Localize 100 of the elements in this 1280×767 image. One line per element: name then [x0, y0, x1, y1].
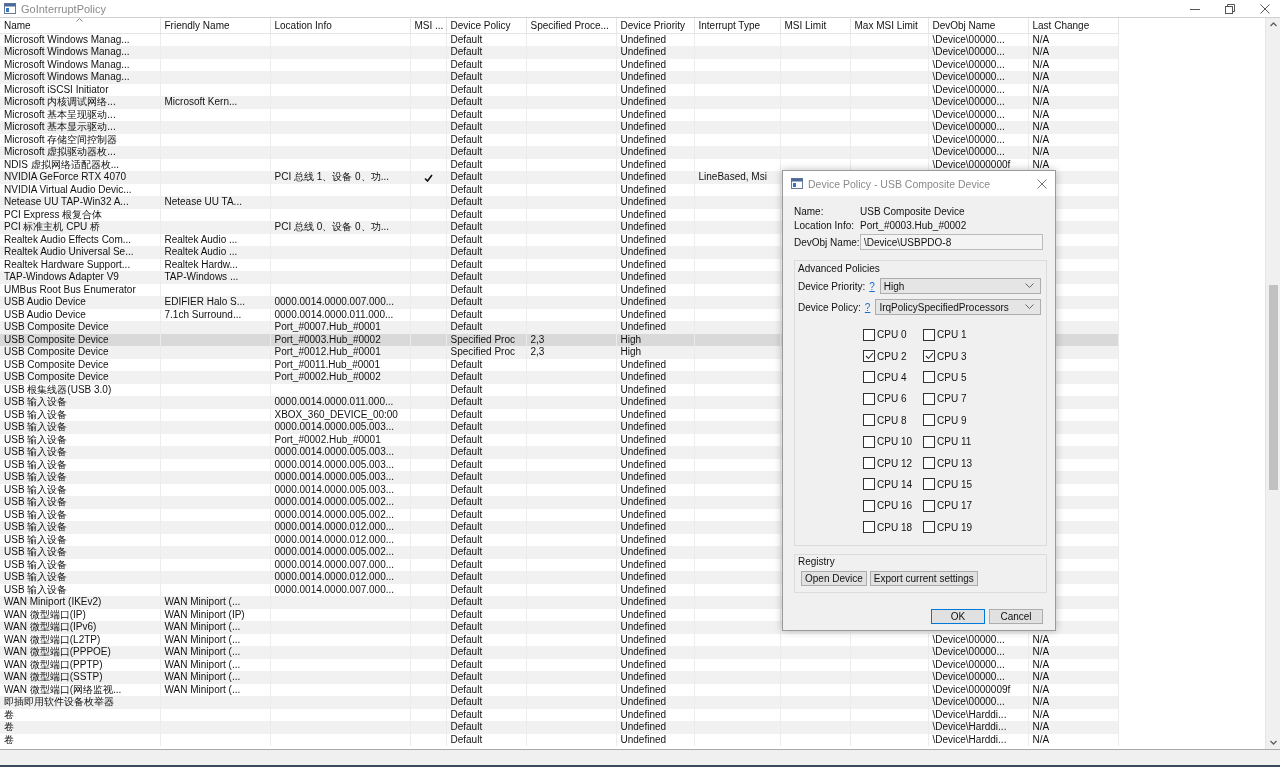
table-row[interactable]: Microsoft 内核调试网络... Microsoft Kern... Default Undefined \Device\00000... N/A [0, 96, 1118, 109]
table-cell: Undefined [616, 721, 694, 734]
checkbox[interactable] [923, 350, 935, 363]
column-header[interactable]: Specified Proce... [526, 18, 616, 34]
table-cell: WAN 微型端口(PPPOE) [0, 646, 160, 659]
table-row[interactable]: WAN 微型端口(SSTP) WAN Miniport (... Default Undefined \Device\00000... N/A [0, 671, 1118, 684]
column-header[interactable]: Interrupt Type [694, 18, 780, 34]
scroll-thumb[interactable] [1268, 285, 1278, 490]
table-cell: Default [446, 721, 526, 734]
table-cell: USB 输入设备 [0, 446, 160, 459]
column-header[interactable]: Last Change [1028, 18, 1118, 34]
column-header[interactable]: DevObj Name [928, 18, 1028, 34]
table-cell: USB 输入设备 [0, 521, 160, 534]
table-cell: Microsoft Windows Manag... [0, 46, 160, 59]
table-cell: Undefined [616, 96, 694, 109]
table-cell: Port_#0012.Hub_#0001 [270, 346, 410, 359]
table-row[interactable]: Microsoft Windows Manag... Default Undefined \Device\00000... N/A [0, 46, 1118, 59]
table-cell: Undefined [616, 596, 694, 609]
button[interactable]: Open Device [801, 571, 867, 586]
table-cell: Default [446, 421, 526, 434]
table-cell: Default [446, 171, 526, 184]
table-cell: 即插即用软件设备枚举器 [0, 696, 160, 709]
table-cell: TAP-Windows ... [160, 271, 270, 284]
checkbox[interactable] [923, 392, 935, 405]
column-header[interactable]: MSI Limit [780, 18, 850, 34]
table-row[interactable]: Microsoft 虚拟驱动器枚... Default Undefined \Device\00000... N/A [0, 146, 1118, 159]
column-header[interactable]: Device Policy [446, 18, 526, 34]
table-row[interactable]: 即插即用软件设备枚举器 Default Undefined \Device\00000... N/A [0, 696, 1118, 709]
checkbox-label: CPU 6 [877, 393, 907, 405]
table-cell: Realtek Audio ... [160, 246, 270, 259]
table-cell: 0000.0014.0000.005.003... [270, 471, 410, 484]
input-field[interactable]: \Device\USBPDO-8 [860, 234, 1043, 250]
table-cell: USB 输入设备 [0, 496, 160, 509]
table-cell: Undefined [616, 271, 694, 284]
checkbox[interactable] [923, 499, 935, 512]
checkbox[interactable] [863, 371, 875, 384]
column-header[interactable]: Device Priority [616, 18, 694, 34]
checkbox[interactable] [863, 521, 875, 534]
table-cell: Specified Proc [446, 346, 526, 359]
table-cell: Undefined [616, 71, 694, 84]
column-header[interactable]: Location Info [270, 18, 410, 34]
checkbox[interactable] [863, 478, 875, 491]
table-row[interactable]: Microsoft Windows Manag... Default Undefined \Device\00000... N/A [0, 71, 1118, 84]
checkbox[interactable] [863, 499, 875, 512]
checkbox[interactable] [923, 371, 935, 384]
dialog-button[interactable]: Cancel [989, 609, 1043, 624]
table-cell: WAN Miniport (... [160, 671, 270, 684]
checkbox[interactable] [863, 457, 875, 470]
checkbox[interactable] [923, 435, 935, 448]
group-title: Advanced Policies [798, 263, 881, 274]
checkbox[interactable] [923, 328, 935, 341]
close-icon[interactable] [1260, 3, 1270, 14]
table-cell: Default [446, 146, 526, 159]
restore-icon[interactable] [1225, 3, 1235, 14]
window-title: GoInterruptPolicy [21, 2, 107, 15]
table-cell: Default [446, 621, 526, 634]
column-header[interactable]: MSI ... [410, 18, 446, 34]
table-cell: USB Composite Device [0, 346, 160, 359]
table-cell: Default [446, 521, 526, 534]
checkbox[interactable] [863, 392, 875, 405]
table-row[interactable]: 卷 Default Undefined \Device\Harddi... N/A [0, 733, 1118, 746]
column-header[interactable]: Friendly Name [160, 18, 270, 34]
table-cell: N/A [1028, 71, 1118, 84]
table-cell: N/A [1028, 696, 1118, 709]
sort-caret-icon [75, 18, 83, 22]
table-row[interactable]: Microsoft 基本显示驱动... Default Undefined \Device\00000... N/A [0, 121, 1118, 134]
table-cell: PCI 标准主机 CPU 桥 [0, 221, 160, 234]
table-cell: LineBased, Msi [694, 171, 780, 184]
checkbox[interactable] [923, 414, 935, 427]
table-cell: EDIFIER Halo S... [160, 296, 270, 309]
checkbox[interactable] [923, 478, 935, 491]
checkbox[interactable] [863, 414, 875, 427]
table-cell: 卷 [0, 721, 160, 734]
table-cell: Port_#0002.Hub_#0002 [270, 371, 410, 384]
table-cell: 0000.0014.0000.012.000... [270, 571, 410, 584]
dropdown[interactable]: High [879, 278, 1041, 294]
table-cell: Undefined [616, 496, 694, 509]
chevron-down-icon [1025, 304, 1034, 310]
check-icon [864, 352, 874, 361]
checkbox[interactable] [863, 328, 875, 341]
dialog-button[interactable]: OK [931, 609, 985, 624]
table-cell: \Device\00000... [928, 696, 1028, 709]
table-cell: Default [446, 371, 526, 384]
table-cell: USB 输入设备 [0, 471, 160, 484]
checkbox[interactable] [863, 350, 875, 363]
group-title: Registry [798, 556, 836, 567]
checkbox[interactable] [863, 435, 875, 448]
checkbox[interactable] [923, 521, 935, 534]
table-row[interactable]: 卷 Default Undefined \Device\Harddi... N/A [0, 721, 1118, 734]
table-row[interactable]: WAN 微型端口(PPPOE) WAN Miniport (... Default Undefined \Device\00000... N/A [0, 646, 1118, 659]
table-cell: \Device\00000... [928, 71, 1028, 84]
scrollbar[interactable] [1265, 18, 1280, 749]
checkbox[interactable] [923, 457, 935, 470]
column-header[interactable]: Name [0, 18, 160, 34]
table-cell: Default [446, 471, 526, 484]
button[interactable]: Export current settings [869, 571, 978, 586]
column-header[interactable]: Max MSI Limit [850, 18, 928, 34]
dropdown[interactable]: IrqPolicySpecifiedProcessors [875, 299, 1041, 315]
close-icon[interactable] [1037, 178, 1047, 189]
field-label: Location Info: [794, 220, 856, 231]
